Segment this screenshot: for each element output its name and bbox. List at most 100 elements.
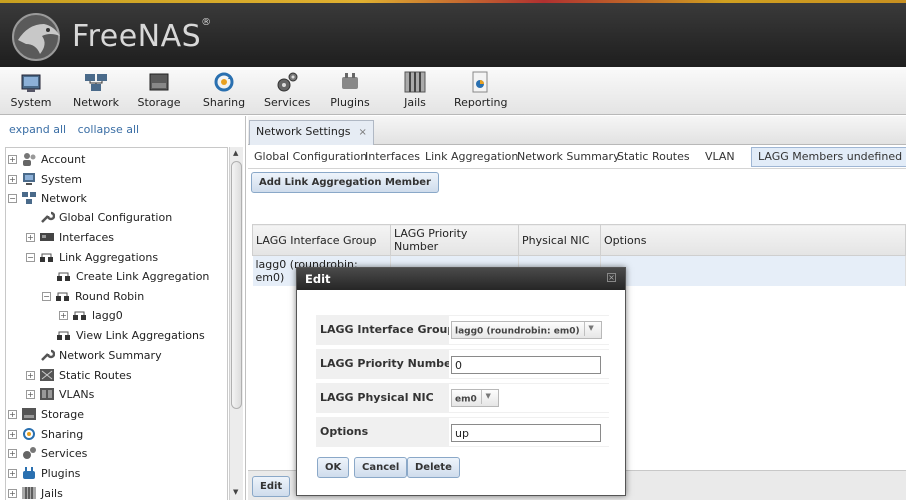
link-aggregation-icon [56,292,69,301]
tree-item-system[interactable]: + System [8,170,82,188]
interface-group-select[interactable]: lagg0 (roundrobin: em0) ▼ [451,321,602,339]
tree-item-round-robin[interactable]: − Round Robin [42,287,144,305]
static-routes-icon [40,369,54,381]
toolbar-services[interactable]: Services [264,70,310,114]
chevron-down-icon: ▼ [583,322,598,336]
column-header-lagg-priority-number[interactable]: LAGG Priority Number [390,224,519,256]
cancel-button[interactable]: Cancel [354,457,408,478]
toolbar-reporting[interactable]: Reporting [454,70,507,114]
field-row-interface-group: LAGG Interface Group lagg0 (roundrobin: … [316,315,609,345]
subtab-link-aggregation[interactable]: Link Aggregation [425,150,518,163]
expand-toggle[interactable]: + [26,232,35,242]
plugins-icon [23,467,35,479]
expand-toggle[interactable]: + [8,174,17,184]
add-link-aggregation-member-button[interactable]: Add Link Aggregation Member [251,172,439,193]
system-icon [21,74,41,92]
storage-icon [22,408,36,420]
expand-toggle[interactable]: + [26,370,35,380]
collapse-toggle[interactable]: − [8,193,17,203]
expand-toggle[interactable]: + [8,448,17,458]
column-header-physical-nic[interactable]: Physical NIC [518,224,601,256]
toolbar-sharing[interactable]: Sharing [202,70,246,114]
jails-icon [404,71,426,93]
collapse-all-link[interactable]: collapse all [78,123,139,136]
tree-item-jails[interactable]: + Jails [8,484,63,500]
close-tab-icon[interactable]: × [359,127,367,138]
collapse-toggle[interactable]: − [42,291,51,301]
tree-item-plugins[interactable]: + Plugins [8,464,80,482]
toolbar-storage[interactable]: Storage [137,70,181,114]
scrollbar-thumb[interactable] [231,161,242,409]
close-icon[interactable]: × [607,273,616,282]
physical-nic-value-cell: em0 ▼ [449,384,609,412]
tree-item-link-aggregations[interactable]: − Link Aggregations [26,248,158,266]
tree-item-global-configuration[interactable]: Global Configuration [39,208,172,226]
dialog-titlebar[interactable]: Edit × [297,268,625,290]
tree-item-account[interactable]: + Account [8,150,85,168]
tree-item-interfaces[interactable]: + Interfaces [26,228,114,246]
main-toolbar: System Network Storage Sharing Services … [0,67,906,115]
subtab-interfaces[interactable]: Interfaces [365,150,420,163]
freenas-logo[interactable]: FreeNAS ® [10,9,211,63]
column-header-options[interactable]: Options [600,224,906,256]
tree-item-services[interactable]: + Services [8,444,87,462]
toolbar-plugins[interactable]: Plugins [330,70,370,114]
tree-item-create-link-aggregation[interactable]: Create Link Aggregation [56,267,209,285]
tree-scrollbar[interactable]: ▲ ▼ [229,147,243,500]
expand-toggle[interactable]: + [8,488,17,498]
subtab-network-summary[interactable]: Network Summary [517,150,620,163]
cell-options: up [600,255,906,286]
account-icon [23,153,36,166]
scroll-up-icon[interactable]: ▲ [233,149,238,157]
storage-icon [149,73,169,91]
ok-button[interactable]: OK [317,457,350,478]
tree-item-storage[interactable]: + Storage [8,405,84,423]
options-input[interactable] [451,424,601,442]
sharing-icon [23,428,35,440]
expand-toggle[interactable]: + [8,429,17,439]
scroll-down-icon[interactable]: ▼ [233,488,238,496]
tree-item-network-summary[interactable]: Network Summary [39,346,162,364]
expand-toggle[interactable]: + [26,389,35,399]
main-tab-bar: Network Settings × [248,116,906,145]
tree-item-sharing[interactable]: + Sharing [8,425,83,443]
field-row-options: Options [316,417,609,447]
tree-item-vlans[interactable]: + VLANs [26,385,94,403]
tab-network-settings[interactable]: Network Settings × [249,120,374,145]
toolbar-network[interactable]: Network [72,70,120,114]
delete-button[interactable]: Delete [407,457,460,478]
column-header-lagg-interface-group[interactable]: LAGG Interface Group [252,224,391,256]
tree-item-network[interactable]: − Network [8,189,87,207]
registered-mark: ® [201,16,212,28]
chevron-down-icon: ▼ [480,390,495,404]
network-subtab-bar: Global Configuration Interfaces Link Agg… [248,145,906,169]
field-row-priority: LAGG Priority Number [316,349,609,379]
sharing-icon [214,72,234,92]
tree-item-view-link-aggregations[interactable]: View Link Aggregations [56,326,205,344]
subtab-vlan[interactable]: VLAN [705,150,735,163]
expand-all-link[interactable]: expand all [9,123,66,136]
priority-input[interactable] [451,356,601,374]
field-row-physical-nic: LAGG Physical NIC em0 ▼ [316,383,609,413]
navigation-tree: + Account + System − Network Global Conf… [5,147,228,500]
interface-group-value-cell: lagg0 (roundrobin: em0) ▼ [449,316,609,344]
toolbar-jails[interactable]: Jails [398,70,432,114]
physical-nic-select[interactable]: em0 ▼ [451,389,499,407]
logo-text: FreeNAS [72,18,202,54]
expand-toggle[interactable]: + [8,154,17,164]
subtab-lagg-members[interactable]: LAGG Members undefined× [751,147,906,167]
plugins-icon [342,73,358,89]
subtab-global-configuration[interactable]: Global Configuration [254,150,367,163]
expand-toggle[interactable]: + [59,310,68,320]
expand-toggle[interactable]: + [8,409,17,419]
edit-button[interactable]: Edit [252,476,291,497]
toolbar-system[interactable]: System [10,70,52,114]
tree-controls: expand all collapse all [0,116,245,144]
options-value-cell [449,418,609,446]
subtab-static-routes[interactable]: Static Routes [617,150,690,163]
tree-item-lagg0[interactable]: + lagg0 [59,306,123,324]
expand-toggle[interactable]: + [8,468,17,478]
physical-nic-label: LAGG Physical NIC [320,391,434,404]
collapse-toggle[interactable]: − [26,252,35,262]
tree-item-static-routes[interactable]: + Static Routes [26,366,132,384]
